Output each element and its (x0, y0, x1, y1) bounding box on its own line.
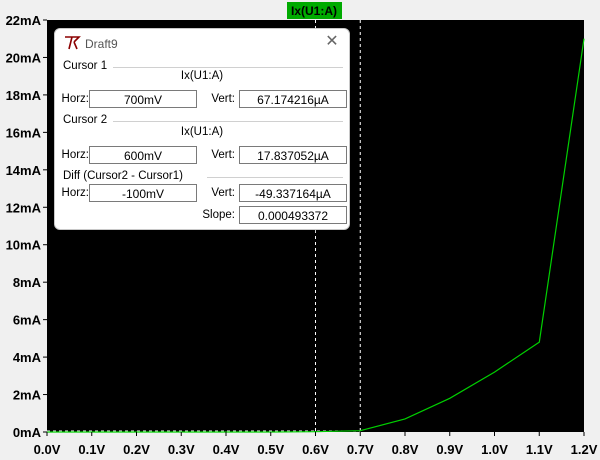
y-tick-label: 2mA (13, 388, 42, 403)
diff-horz-label: Horz: (61, 187, 89, 199)
x-tick-label: 0.9V (436, 442, 463, 457)
divider (113, 121, 343, 122)
x-tick-label: 1.2V (571, 442, 598, 457)
cursor1-horz-field[interactable]: 700mV (89, 90, 197, 108)
y-tick-label: 4mA (13, 350, 42, 365)
diff-vert-field[interactable]: -49.337164µA (239, 184, 347, 202)
cursor2-horz-label: Horz: (61, 149, 89, 161)
cursor2-vert-field[interactable]: 17.837052µA (239, 146, 347, 164)
y-tick-label: 14mA (6, 163, 42, 178)
y-tick-label: 0mA (13, 425, 42, 440)
x-tick-label: 0.1V (78, 442, 105, 457)
x-tick-label: 0.7V (347, 442, 374, 457)
cursor1-vert-field[interactable]: 67.174216µA (239, 90, 347, 108)
dialog-title: Draft9 (85, 37, 118, 51)
slope-label: Slope: (202, 209, 235, 221)
divider (207, 177, 343, 178)
diff-title: Diff (Cursor2 - Cursor1) (63, 170, 183, 182)
y-tick-label: 10mA (6, 238, 42, 253)
x-tick-label: 0.3V (168, 442, 195, 457)
slope-field[interactable]: 0.000493372 (239, 206, 347, 224)
x-tick-label: 1.1V (526, 442, 553, 457)
cursor-dialog[interactable]: Draft9 ✕ Cursor 1 Ix(U1:A) Horz: 700mV V… (54, 28, 350, 230)
cursor2-trace: Ix(U1:A) (180, 126, 224, 138)
diff-horz-field[interactable]: -100mV (89, 184, 197, 202)
trace-label[interactable]: Ix(U1:A) (291, 4, 337, 18)
y-tick-label: 18mA (6, 88, 42, 103)
x-tick-label: 0.8V (392, 442, 419, 457)
x-tick-label: 0.6V (302, 442, 329, 457)
cursor2-vert-label: Vert: (211, 149, 235, 161)
cursor2-horz-field[interactable]: 600mV (89, 146, 197, 164)
y-tick-label: 8mA (13, 275, 42, 290)
diff-vert-label: Vert: (211, 187, 235, 199)
x-tick-label: 0.0V (34, 442, 61, 457)
cursor1-vert-label: Vert: (211, 93, 235, 105)
y-tick-label: 12mA (6, 200, 42, 215)
cursor1-trace: Ix(U1:A) (180, 70, 224, 82)
x-tick-label: 0.2V (123, 442, 150, 457)
ltspice-icon (65, 36, 81, 50)
x-tick-label: 0.5V (257, 442, 284, 457)
x-tick-label: 1.0V (481, 442, 508, 457)
y-tick-label: 22mA (6, 13, 42, 28)
x-tick-label: 0.4V (213, 442, 240, 457)
y-tick-label: 20mA (6, 50, 42, 65)
close-icon[interactable]: ✕ (323, 33, 341, 51)
y-tick-label: 16mA (6, 125, 42, 140)
cursor2-title: Cursor 2 (63, 114, 108, 126)
divider (113, 67, 343, 68)
cursor1-horz-label: Horz: (61, 93, 89, 105)
y-tick-label: 6mA (13, 313, 42, 328)
